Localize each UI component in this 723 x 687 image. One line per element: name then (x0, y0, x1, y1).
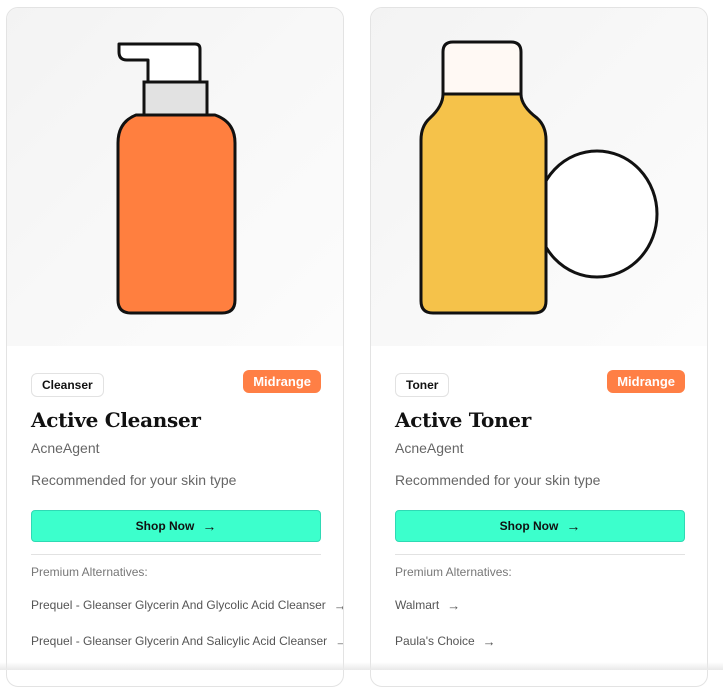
pump-bottle-icon (116, 42, 237, 315)
alternative-label: Prequel - Gleanser Glycerin And Salicyli… (31, 634, 328, 648)
toner-bottle-with-cotton-pad-icon (419, 40, 659, 315)
alternative-link[interactable]: Walmart → (395, 595, 685, 615)
product-title: Active Toner (395, 408, 531, 432)
category-tag: Toner (395, 373, 450, 397)
alternative-link[interactable]: Prequel - Gleanser Glycerin And Salicyli… (31, 631, 343, 651)
alternatives-heading: Premium Alternatives: (31, 565, 148, 579)
alternative-label: Paula's Choice (395, 634, 475, 648)
recommendation-text: Recommended for your skin type (31, 472, 237, 488)
alternative-label: Walmart (395, 598, 440, 612)
shop-now-label: Shop Now (135, 519, 195, 533)
arrow-right-icon: → (334, 598, 343, 613)
divider (395, 554, 685, 555)
arrow-right-icon: → (202, 518, 217, 534)
alternative-label: Prequel - Gleanser Glycerin And Glycolic… (31, 598, 326, 612)
brand-name: AcneAgent (395, 440, 464, 456)
tier-badge: Midrange (607, 370, 685, 393)
alternative-link[interactable]: Paula's Choice → (395, 631, 685, 651)
alternative-link[interactable]: Prequel - Gleanser Glycerin And Glycolic… (31, 595, 343, 615)
product-details: Cleanser Midrange Active Cleanser AcneAg… (31, 368, 343, 651)
brand-name: AcneAgent (31, 440, 100, 456)
product-image (371, 8, 707, 346)
shop-now-label: Shop Now (499, 519, 559, 533)
arrow-right-icon: → (482, 633, 496, 649)
arrow-right-icon: → (447, 597, 461, 613)
arrow-right-icon: → (566, 518, 581, 534)
shop-now-button[interactable]: Shop Now → (395, 510, 685, 542)
bottom-scroll-fade (0, 662, 723, 670)
alternatives-heading: Premium Alternatives: (395, 565, 512, 579)
tier-badge: Midrange (243, 370, 321, 393)
shop-now-button[interactable]: Shop Now → (31, 510, 321, 542)
product-image (7, 8, 343, 346)
arrow-right-icon: → (335, 634, 343, 649)
product-card-toner: Toner Midrange Active Toner AcneAgent Re… (370, 7, 708, 687)
product-grid: Cleanser Midrange Active Cleanser AcneAg… (0, 0, 723, 687)
recommendation-text: Recommended for your skin type (395, 472, 601, 488)
category-tag: Cleanser (31, 373, 104, 397)
divider (31, 554, 321, 555)
product-details: Toner Midrange Active Toner AcneAgent Re… (395, 368, 685, 651)
product-card-cleanser: Cleanser Midrange Active Cleanser AcneAg… (6, 7, 344, 687)
product-title: Active Cleanser (31, 408, 201, 432)
